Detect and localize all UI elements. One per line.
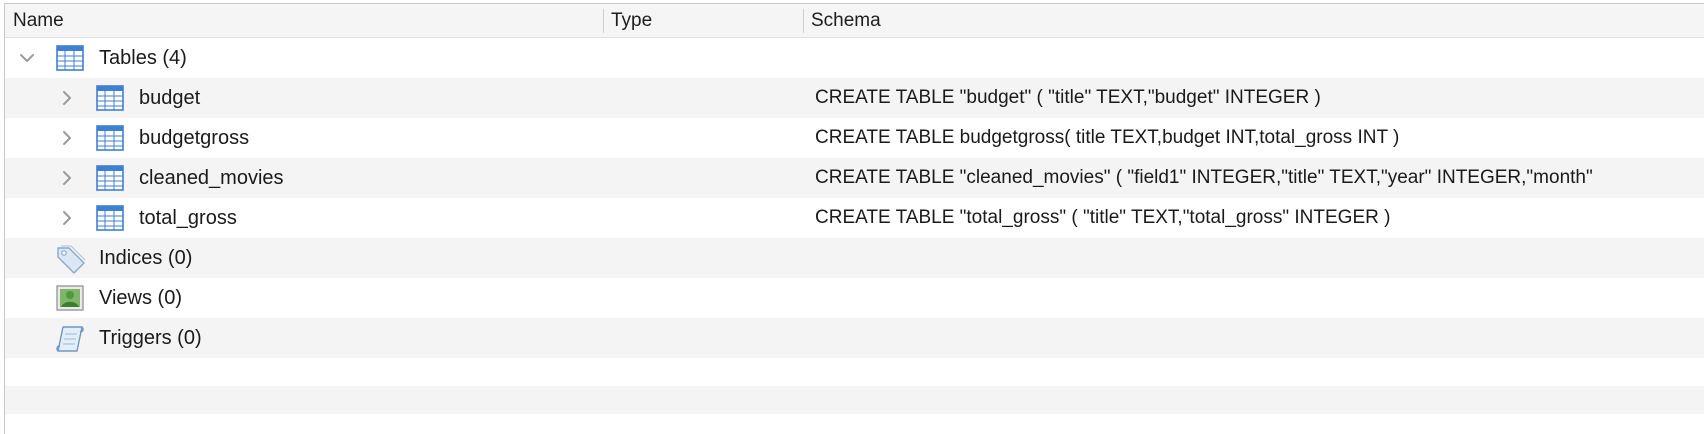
table-row[interactable]: total_gross CREATE TABLE "total_gross" (… (5, 198, 1704, 238)
column-header-type[interactable]: Type (603, 4, 803, 37)
empty-row (5, 386, 1704, 414)
chevron-right-icon[interactable] (57, 88, 77, 108)
table-name: budgetgross (139, 127, 250, 149)
table-icon (95, 84, 125, 112)
table-row[interactable]: budget CREATE TABLE "budget" ( "title" T… (5, 78, 1704, 118)
tree-header: Name Type Schema (5, 4, 1704, 38)
chevron-down-icon[interactable] (17, 48, 37, 68)
table-row[interactable]: budgetgross CREATE TABLE budgetgross( ti… (5, 118, 1704, 158)
tree-row-label: Views (0) (99, 287, 182, 309)
table-schema: CREATE TABLE budgetgross( title TEXT,bud… (815, 127, 1400, 148)
tree-row-label: Indices (0) (99, 247, 193, 269)
table-name: total_gross (139, 207, 237, 229)
column-header-schema[interactable]: Schema (803, 4, 1704, 37)
table-icon (95, 164, 125, 192)
tree-row-label: Tables (4) (99, 47, 187, 69)
table-row[interactable]: cleaned_movies CREATE TABLE "cleaned_mov… (5, 158, 1704, 198)
table-name: cleaned_movies (139, 167, 284, 189)
empty-row (5, 414, 1704, 434)
tree-row-indices[interactable]: Indices (0) (5, 238, 1704, 278)
tree-row-views[interactable]: Views (0) (5, 278, 1704, 318)
tree-row-label: Triggers (0) (99, 327, 202, 349)
chevron-right-icon[interactable] (57, 168, 77, 188)
table-icon (95, 124, 125, 152)
table-icon (55, 44, 85, 72)
view-icon (55, 284, 85, 312)
table-name: budget (139, 87, 201, 109)
scroll-icon (55, 324, 85, 352)
chevron-right-icon[interactable] (57, 128, 77, 148)
table-schema: CREATE TABLE "budget" ( "title" TEXT,"bu… (815, 87, 1321, 108)
chevron-right-icon[interactable] (57, 208, 77, 228)
tag-icon (55, 244, 86, 274)
tree-rows: Tables (4) budget CREATE TABLE "budget" (5, 38, 1704, 434)
table-icon (95, 204, 125, 232)
tree-row-tables[interactable]: Tables (4) (5, 38, 1704, 78)
tree-row-triggers[interactable]: Triggers (0) (5, 318, 1704, 358)
schema-tree-view: Name Type Schema Tables (4) budget CREAT… (4, 3, 1704, 434)
table-schema: CREATE TABLE "cleaned_movies" ( "field1"… (815, 167, 1593, 188)
column-header-name[interactable]: Name (5, 4, 603, 37)
table-schema: CREATE TABLE "total_gross" ( "title" TEX… (815, 207, 1391, 228)
empty-row (5, 358, 1704, 386)
